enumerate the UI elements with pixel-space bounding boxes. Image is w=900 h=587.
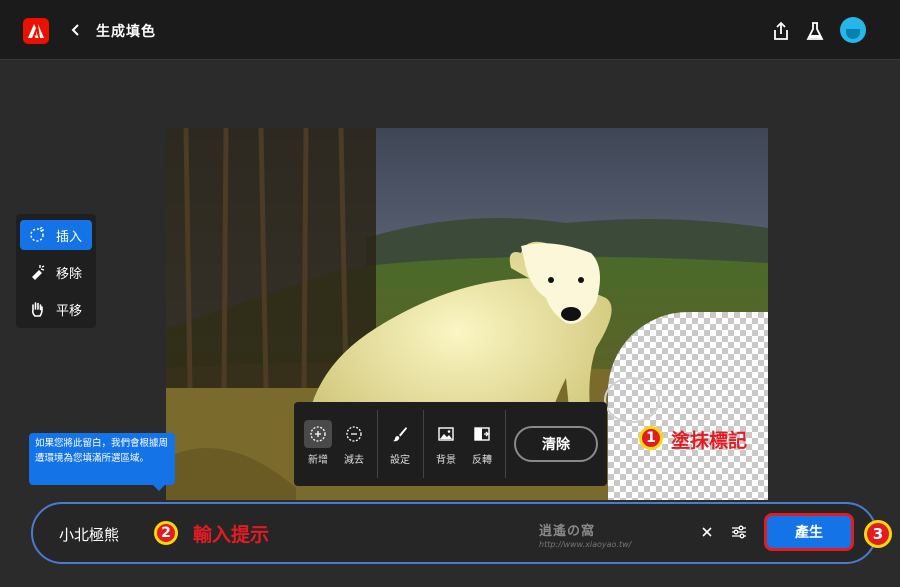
remove-icon [28,263,46,281]
prompt-settings-button[interactable] [729,522,749,542]
background-button[interactable]: 背景 [430,420,462,472]
brush-settings-button[interactable]: 設定 [384,420,416,472]
page-title: 生成填色 [96,24,156,40]
watermark-url: http://www.xiaoyao.tw/ [539,540,632,549]
share-icon [774,21,788,40]
add-brush-button[interactable]: 新增 [302,420,334,472]
prompt-bar: 小北極熊 2 輸入提示 逍遙の窩 http://www.xiaoyao.tw/ … [31,502,877,564]
clear-button[interactable]: 清除 [514,426,598,462]
brush-icon [393,427,407,442]
beaker-icon [806,22,824,40]
subtract-brush-label: 減去 [344,455,364,466]
background-label: 背景 [436,455,456,466]
toolbar-divider [505,410,506,478]
add-brush-icon [310,426,326,442]
annotation-label-1: 塗抹標記 [671,430,748,452]
annotation-badge-2: 2 [154,521,178,545]
brush-toolbar: 新增 減去 設定 背景 反轉 清除 [294,402,607,486]
tool-insert-label: 插入 [56,229,83,245]
close-icon [702,527,712,537]
tool-pan-label: 平移 [56,303,83,319]
prompt-input[interactable]: 小北極熊 [59,524,119,545]
tool-pan[interactable]: 平移 [20,294,92,324]
back-button[interactable] [66,20,86,40]
invert-label: 反轉 [472,455,492,466]
invert-icon [474,427,490,441]
toolbar-divider [423,410,424,478]
side-toolbar: 插入 移除 平移 [16,214,96,328]
share-button[interactable] [770,20,792,42]
invert-button[interactable]: 反轉 [466,420,498,472]
adobe-logo-icon[interactable] [23,18,49,44]
generate-button[interactable]: 產生 [764,513,854,551]
watermark: 逍遙の窩 [539,524,596,539]
brush-settings-label: 設定 [390,455,410,466]
tool-remove-label: 移除 [56,266,83,282]
avatar[interactable] [840,17,866,43]
sliders-icon [732,525,746,539]
tool-insert[interactable]: 插入 [20,220,92,250]
chevron-left-icon [71,24,79,36]
annotation-badge-1: 1 [639,426,663,450]
clear-prompt-button[interactable] [697,522,717,542]
toolbar-divider [377,410,378,478]
add-brush-label: 新增 [308,455,328,466]
image-background-icon [438,427,454,441]
tool-remove[interactable]: 移除 [20,257,92,287]
annotation-badge-3: 3 [864,520,892,548]
subtract-brush-icon [346,426,362,442]
annotation-label-2: 輸入提示 [193,524,270,546]
subtract-brush-button[interactable]: 減去 [338,420,370,472]
insert-icon [28,226,46,244]
labs-button[interactable] [804,20,826,42]
prompt-tooltip: 如果您將此留白，我們會根據周遭環境為您填滿所選區域。 [29,433,175,491]
top-bar: 生成填色 [0,0,900,60]
hand-icon [28,300,46,318]
brush-cursor [604,377,660,423]
